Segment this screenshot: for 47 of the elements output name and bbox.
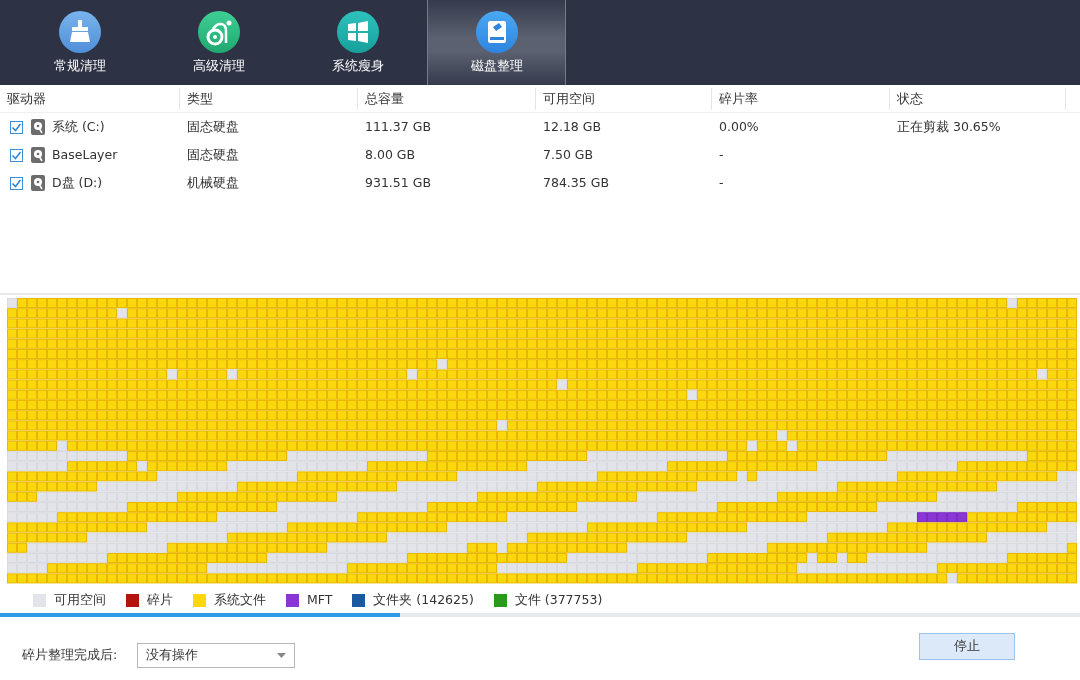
table-cell: 12.18 GB [543,118,602,134]
drive-name: 系统 (C:) [52,117,105,136]
column-header[interactable]: 类型 [180,87,358,110]
table-cell: 784.35 GB [543,174,609,190]
table-cell: 931.51 GB [365,174,431,190]
column-header[interactable]: 可用空间 [536,87,712,110]
windows-icon [336,11,379,53]
checkbox[interactable] [10,120,23,134]
column-header[interactable]: 总容量 [358,87,536,110]
broom-icon [58,11,101,53]
nav-tab[interactable]: 高级清理 [149,0,288,85]
checkbox[interactable] [10,176,23,190]
drive-name: D盘 (D:) [52,173,103,192]
action-dropdown[interactable]: 没有操作 [137,643,295,668]
drive-icon [31,119,45,135]
nav-tab[interactable]: 磁盘整理 [427,0,566,85]
legend-label: 碎片 [147,590,173,609]
legend-label: 文件夹 (142625) [373,590,474,609]
disk-icon [475,11,518,53]
drive-name: BaseLayer [52,145,118,164]
table-cell: - [719,174,724,190]
drive-icon [31,147,45,163]
after-completion-label: 碎片整理完成后: [22,646,119,665]
column-header[interactable]: 驱动器 [0,87,180,110]
table-cell: 机械硬盘 [187,174,239,190]
nav-tab[interactable]: 常规清理 [10,0,149,85]
caret-icon [277,653,286,658]
legend-label: 文件 (377753) [514,590,603,609]
table-cell: 固态硬盘 [187,146,239,162]
nav-tab[interactable]: 系统瘦身 [288,0,427,85]
column-header[interactable]: 状态 [890,87,1066,110]
legend-label: 可用空间 [54,590,106,609]
drive-icon [31,175,45,191]
stop-button[interactable]: 停止 [919,633,1015,660]
table-cell: - [719,146,724,162]
table-cell: 0.00% [719,118,759,134]
table-cell: 固态硬盘 [187,118,239,134]
table-cell: 111.37 GB [365,118,431,134]
vacuum-icon [197,11,240,53]
table-cell: 正在剪裁 30.65% [897,118,1001,134]
legend-label: MFT [307,590,333,609]
table-cell: 8.00 GB [365,146,416,162]
legend-label: 系统文件 [214,590,266,609]
checkbox[interactable] [10,148,23,162]
dropdown-value: 没有操作 [146,646,198,665]
table-cell: 7.50 GB [543,146,594,162]
column-header[interactable]: 碎片率 [712,87,890,110]
